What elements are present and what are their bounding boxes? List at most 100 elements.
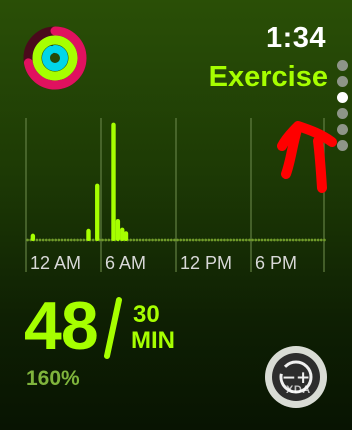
chart-baseline-dot: [185, 238, 189, 242]
chart-x-tick-label: 6 AM: [105, 253, 146, 273]
chart-baseline-dot: [51, 238, 54, 242]
chart-baseline-dot: [298, 238, 301, 242]
chart-baseline-dot: [138, 238, 142, 242]
chart-baseline-dot: [69, 238, 73, 242]
page-dot: [337, 60, 348, 71]
chart-bar: [30, 233, 36, 241]
chart-baseline-dot: [60, 238, 64, 242]
chart-bar: [111, 122, 116, 241]
chart-baseline-dot: [91, 238, 95, 242]
chart-baseline-dot: [285, 238, 289, 242]
chart-baseline-dot: [191, 238, 195, 242]
clock-time: 1:34: [265, 22, 326, 54]
exercise-minutes: 48: [24, 288, 99, 364]
chart-baseline-dot: [260, 238, 264, 242]
chart-baseline-dot: [238, 238, 242, 242]
chart-baseline-dot: [223, 238, 226, 242]
chart-baseline-dot: [26, 238, 29, 242]
chart-baseline-dot: [48, 238, 51, 242]
goal-unit: MIN: [131, 327, 175, 354]
chart-bars: [30, 122, 129, 241]
watch-screen: 1:34 Exercise 12 AM 6 AM 12 PM 6 PM 48 30 M…: [0, 0, 352, 430]
chart-baseline-dot: [310, 238, 314, 242]
chart-baseline-dot: [73, 238, 76, 242]
chart-baseline-dot: [194, 238, 198, 242]
chart-baseline-dot: [291, 238, 295, 242]
chart-baseline-dot: [269, 238, 273, 242]
chart-x-tick-label: 12 PM: [180, 253, 232, 273]
chart-baseline-dot: [57, 238, 61, 242]
chart-baseline-dot: [35, 238, 39, 242]
chart-baseline-dot: [104, 238, 108, 242]
chart-baseline-dot: [241, 238, 245, 242]
chart-baseline-dot: [166, 238, 170, 242]
chart-baseline-dot: [151, 238, 154, 242]
chart-baseline-dot: [235, 238, 239, 242]
chart-baseline-dot: [301, 238, 304, 242]
chart-x-tick-label: 12 AM: [30, 253, 81, 273]
chart-baseline-dot: [282, 238, 286, 242]
chart-baseline-dot: [276, 238, 279, 242]
chart-baseline-dot: [107, 238, 111, 242]
chart-baseline-dot: [288, 238, 292, 242]
chart-baseline-dot: [101, 238, 104, 242]
chart-bar: [95, 183, 100, 241]
chart-baseline-dot: [219, 238, 223, 242]
chart-baseline-dot: [204, 238, 208, 242]
chart-baseline-dot: [201, 238, 204, 242]
chart-baseline-dot: [263, 238, 267, 242]
chart-baseline-dot: [144, 238, 148, 242]
chart-baseline-dot: [254, 238, 258, 242]
red-arrow-annotation: [277, 121, 337, 193]
chart-baseline-dot: [160, 238, 164, 242]
chart-baseline-dot: [248, 238, 251, 242]
chart-bar: [86, 228, 91, 241]
chart-baseline-dot: [216, 238, 220, 242]
chart-x-ticks: 12 AM 6 AM 12 PM 6 PM: [30, 253, 297, 273]
chart-baseline-dot: [244, 238, 248, 242]
chart-baseline-dot: [154, 238, 158, 242]
screen-title: Exercise: [208, 61, 328, 93]
chart-baseline-dot: [63, 238, 67, 242]
chart-baseline-dot: [319, 238, 323, 242]
chart-bar: [120, 227, 125, 241]
arrow-path: [277, 121, 337, 193]
chart-baseline-dot: [307, 238, 311, 242]
chart-x-tick-label: 6 PM: [255, 253, 297, 273]
chart-bar: [123, 231, 129, 241]
chart-baseline-dot: [323, 238, 326, 242]
chart-baseline-dot: [179, 238, 183, 242]
slash-divider: [104, 297, 122, 359]
activity-rings-icon[interactable]: [22, 25, 88, 91]
chart-baseline-dot: [76, 238, 79, 242]
chart-baseline-dot: [176, 238, 179, 242]
page-dot: [337, 76, 348, 87]
chart-baseline-dot: [229, 238, 233, 242]
chart-baseline-dot: [304, 238, 308, 242]
chart-baseline-dot: [41, 238, 45, 242]
chart-baseline-dot: [294, 238, 298, 242]
chart-baseline-dot: [316, 238, 320, 242]
chart-baseline-dot: [132, 238, 136, 242]
chart-baseline-dot: [82, 238, 86, 242]
chart-baseline-dot: [198, 238, 201, 242]
chart-baseline-dot: [54, 238, 58, 242]
chart-baseline-dot: [157, 238, 161, 242]
chart-baseline-dot: [251, 238, 254, 242]
chart-baseline-dot: [279, 238, 283, 242]
chart-baseline-dot: [207, 238, 211, 242]
timer-adjust-icon[interactable]: −+: [264, 345, 328, 409]
chart-baseline-dot: [141, 238, 145, 242]
chart-baseline-dot: [188, 238, 192, 242]
chart-baseline-dot: [257, 238, 261, 242]
chart-bar: [115, 219, 121, 241]
chart-baseline-dot: [38, 238, 42, 242]
chart-baseline-dot: [273, 238, 276, 242]
stand-ring: [42, 45, 68, 71]
chart-baseline-dot: [210, 238, 214, 242]
chart-baseline-dot: [66, 238, 70, 242]
chart-baseline-dot: [226, 238, 229, 242]
chart-baseline-dot: [173, 238, 176, 242]
watermark: XDA: [286, 384, 311, 396]
goal-percent: 160%: [26, 367, 80, 390]
